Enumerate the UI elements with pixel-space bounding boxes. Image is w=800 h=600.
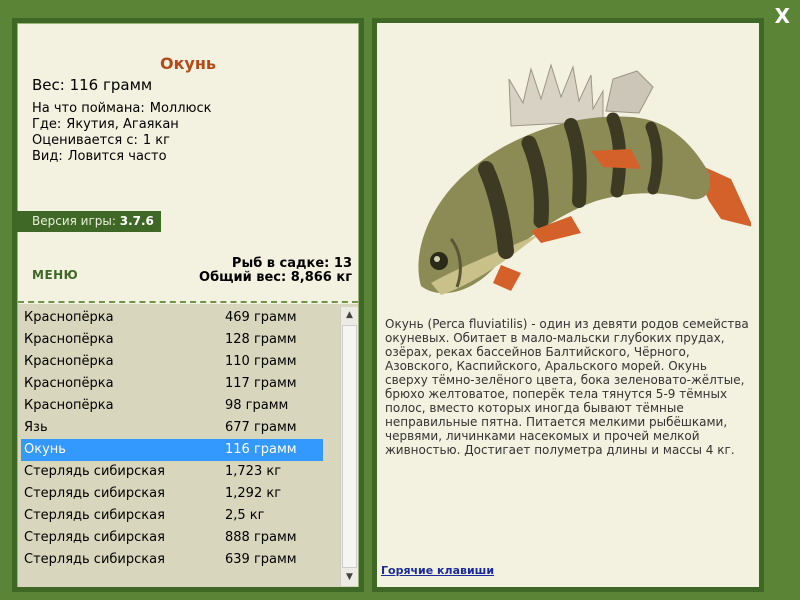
catch-list-scrollbar[interactable]: ▲ ▼ xyxy=(340,307,358,586)
catch-fish-name: Стерлядь сибирская xyxy=(24,530,165,545)
fish-description-text: Окунь (Perca fluviatilis) - один из девя… xyxy=(385,317,749,457)
catch-fish-name: Стерлядь сибирская xyxy=(24,486,165,501)
catch-location-value: Якутия, Агаякан xyxy=(66,117,179,132)
catch-list-row[interactable]: Стерлядь сибирская 639 грамм xyxy=(21,549,323,571)
keepnet-total-weight: Общий вес: 8,866 кг xyxy=(199,270,352,285)
catch-fish-weight: 117 грамм xyxy=(225,376,297,391)
keepnet-stats: Рыб в садке: 13 Общий вес: 8,866 кг xyxy=(199,257,352,285)
menu-button[interactable]: МЕНЮ xyxy=(32,268,78,282)
catch-fish-weight: 469 грамм xyxy=(225,310,297,325)
catch-list-row[interactable]: Язь 677 грамм xyxy=(21,417,323,439)
catch-fish-weight: 888 грамм xyxy=(225,530,297,545)
catch-frequency-row: Вид: Ловится часто xyxy=(32,149,211,165)
catch-list: Краснопёрка 469 грамм Краснопёрка 128 грамм… xyxy=(18,304,358,587)
catch-list-row[interactable]: Краснопёрка 98 грамм xyxy=(21,395,323,417)
catch-fish-name: Язь xyxy=(24,420,48,435)
catch-fish-weight: 1,292 кг xyxy=(225,486,282,501)
catch-bait-row: На что поймана: Моллюск xyxy=(32,101,211,117)
scroll-up-arrow-icon[interactable]: ▲ xyxy=(341,307,358,324)
game-version-label: Версия игры: xyxy=(32,214,116,228)
dashed-divider xyxy=(18,301,358,303)
catch-fish-name: Стерлядь сибирская xyxy=(24,464,165,479)
catch-frequency-value: Ловится часто xyxy=(67,149,167,164)
fish-description-panel: Окунь (Perca fluviatilis) - один из девя… xyxy=(372,18,764,592)
fish-info-panel: Окунь Вес: 116 грамм На что поймана: Мол… xyxy=(12,18,364,592)
catch-valued-from-row: Оценивается с: 1 кг xyxy=(32,133,211,149)
game-version-bar: Версия игры: 3.7.6 xyxy=(17,211,161,232)
catch-fish-name: Окунь xyxy=(24,442,66,457)
catch-frequency-label: Вид: xyxy=(32,149,63,164)
catch-valued-from-value: 1 кг xyxy=(142,133,170,148)
catch-list-rows: Краснопёрка 469 грамм Краснопёрка 128 грамм… xyxy=(21,307,323,571)
catch-fish-weight: 110 грамм xyxy=(225,354,297,369)
scroll-down-arrow-icon[interactable]: ▼ xyxy=(341,569,358,586)
close-button[interactable]: X xyxy=(775,4,790,28)
catch-fish-name: Стерлядь сибирская xyxy=(24,552,165,567)
catch-fish-name: Краснопёрка xyxy=(24,310,114,325)
catch-fish-name: Краснопёрка xyxy=(24,398,114,413)
catch-list-row[interactable]: Краснопёрка 128 грамм xyxy=(21,329,323,351)
catch-fish-weight: 639 грамм xyxy=(225,552,297,567)
catch-list-row[interactable]: Краснопёрка 469 грамм xyxy=(21,307,323,329)
perch-fish-image xyxy=(418,63,751,295)
catch-list-row[interactable]: Окунь 116 грамм xyxy=(21,439,323,461)
catch-fish-name: Стерлядь сибирская xyxy=(24,508,165,523)
catch-fish-weight: 677 грамм xyxy=(225,420,297,435)
catch-list-row[interactable]: Краснопёрка 117 грамм xyxy=(21,373,323,395)
game-version-value: 3.7.6 xyxy=(119,214,154,228)
catch-location-label: Где: xyxy=(32,117,62,132)
catch-list-row[interactable]: Стерлядь сибирская 2,5 кг xyxy=(21,505,323,527)
keepnet-count: Рыб в садке: 13 xyxy=(231,256,352,271)
catch-fish-weight: 116 грамм xyxy=(225,442,297,457)
fish-weight: Вес: 116 грамм xyxy=(32,76,153,94)
fish-description-inner: Окунь (Perca fluviatilis) - один из девя… xyxy=(377,23,759,587)
catch-fish-name: Краснопёрка xyxy=(24,354,114,369)
catch-list-row[interactable]: Стерлядь сибирская 1,292 кг xyxy=(21,483,323,505)
catch-fish-weight: 1,723 кг xyxy=(225,464,282,479)
catch-valued-from-label: Оценивается с: xyxy=(32,133,138,148)
catch-location-row: Где: Якутия, Агаякан xyxy=(32,117,211,133)
catch-list-row[interactable]: Стерлядь сибирская 1,723 кг xyxy=(21,461,323,483)
catch-details: На что поймана: Моллюск Где: Якутия, Ага… xyxy=(32,101,211,165)
catch-fish-weight: 2,5 кг xyxy=(225,508,265,523)
catch-list-row[interactable]: Стерлядь сибирская 888 грамм xyxy=(21,527,323,549)
catch-fish-name: Краснопёрка xyxy=(24,332,114,347)
fish-name-title: Окунь xyxy=(159,54,217,73)
hotkeys-link[interactable]: Горячие клавиши xyxy=(381,564,494,577)
fish-info-inner: Окунь Вес: 116 грамм На что поймана: Мол… xyxy=(17,23,359,587)
catch-fish-weight: 128 грамм xyxy=(225,332,297,347)
catch-fish-name: Краснопёрка xyxy=(24,376,114,391)
catch-list-row[interactable]: Краснопёрка 110 грамм xyxy=(21,351,323,373)
scrollbar-thumb[interactable] xyxy=(342,325,357,568)
catch-bait-value: Моллюск xyxy=(149,101,212,116)
catch-fish-weight: 98 грамм xyxy=(225,398,289,413)
catch-bait-label: На что поймана: xyxy=(32,101,145,116)
